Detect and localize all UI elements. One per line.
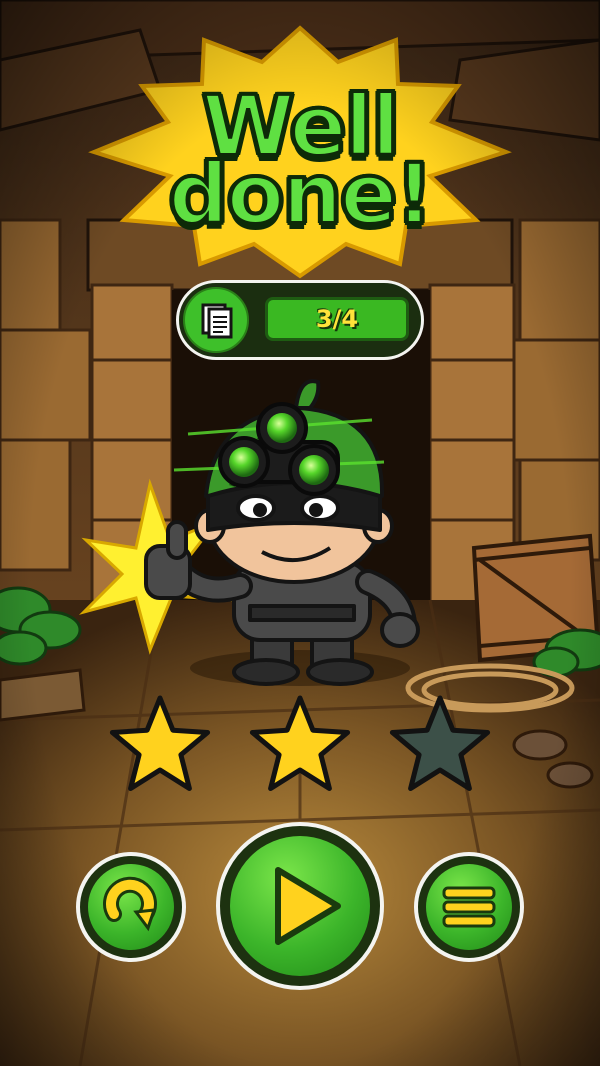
documents-count: 3/4 — [265, 297, 409, 341]
menu-icon — [442, 886, 496, 928]
menu-button[interactable] — [414, 852, 524, 962]
title-done: done! — [167, 145, 436, 243]
stone-slab — [0, 668, 86, 722]
restart-button[interactable] — [76, 852, 186, 962]
play-button[interactable] — [216, 822, 384, 990]
restart-icon — [103, 876, 157, 932]
documents-counter: 3/4 — [176, 280, 424, 360]
play-icon — [275, 867, 341, 945]
document-icon — [183, 287, 249, 353]
character-shadow — [190, 650, 410, 686]
